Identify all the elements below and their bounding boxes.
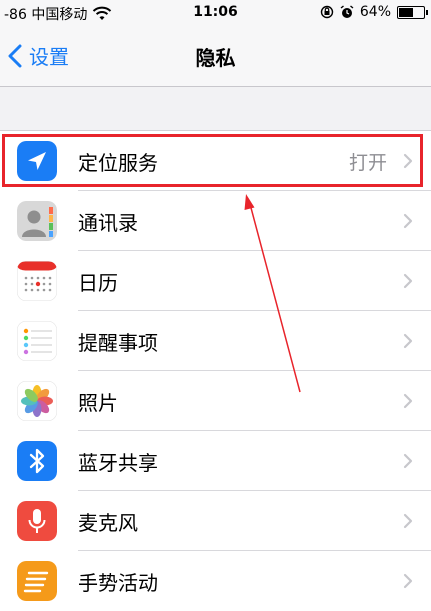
page-title: 隐私 <box>195 46 236 70</box>
battery-percent: 64% <box>359 4 391 20</box>
battery-tip <box>426 9 428 15</box>
chevron-right-icon <box>403 393 413 409</box>
list-item-contacts[interactable]: 通讯录 <box>0 191 431 251</box>
rotation-lock-icon <box>320 5 334 19</box>
chevron-right-icon <box>403 573 413 589</box>
chevron-right-icon <box>403 153 413 169</box>
row-label: 蓝牙共享 <box>78 451 158 475</box>
chevron-right-icon <box>403 513 413 529</box>
chevron-right-icon <box>403 453 413 469</box>
status-bar: -86 中国移动 11:06 64% <box>0 0 431 26</box>
calendar-icon <box>17 261 57 301</box>
contacts-icon <box>17 201 57 241</box>
list-item-microphone[interactable]: 麦克风 <box>0 491 431 551</box>
list-item-motion-activity[interactable]: 手势活动 <box>0 551 431 611</box>
microphone-icon <box>17 501 57 541</box>
list-item-bluetooth-sharing[interactable]: 蓝牙共享 <box>0 431 431 491</box>
chevron-right-icon <box>403 333 413 349</box>
chevron-right-icon <box>403 213 413 229</box>
chevron-right-icon <box>403 273 413 289</box>
privacy-settings-list: 定位服务 打开 通讯录 日历 提醒事项 照片 蓝牙共享 麦克风 手势活动 <box>0 130 431 611</box>
row-label: 照片 <box>78 391 118 415</box>
battery-fill <box>399 7 413 17</box>
alarm-icon <box>340 5 354 18</box>
list-item-location-services[interactable]: 定位服务 打开 <box>0 131 431 191</box>
motion-activity-icon <box>17 561 57 601</box>
row-label: 通讯录 <box>78 211 138 235</box>
row-value: 打开 <box>348 152 387 174</box>
battery-icon <box>397 5 428 19</box>
row-label: 提醒事项 <box>78 331 158 355</box>
row-label: 定位服务 <box>78 151 158 175</box>
navigation-bar: 设置 隐私 <box>0 26 431 87</box>
list-item-calendar[interactable]: 日历 <box>0 251 431 311</box>
list-item-photos[interactable]: 照片 <box>0 371 431 431</box>
row-label: 日历 <box>78 271 118 295</box>
reminders-icon <box>17 321 57 361</box>
list-item-reminders[interactable]: 提醒事项 <box>0 311 431 371</box>
row-label: 手势活动 <box>78 571 158 595</box>
location-arrow-icon <box>17 141 57 181</box>
photos-icon <box>17 381 57 421</box>
row-label: 麦克风 <box>78 511 138 535</box>
bluetooth-icon <box>17 441 57 481</box>
status-right: 64% <box>320 4 428 20</box>
